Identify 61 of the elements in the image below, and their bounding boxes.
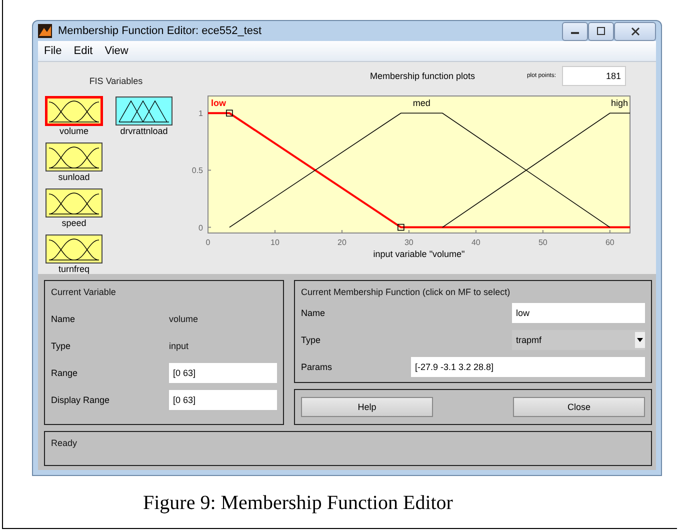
action-button[interactable]: Help <box>301 397 433 417</box>
field-value: input <box>169 340 189 350</box>
field-label: Type <box>301 334 322 344</box>
figure-caption: Figure 9: Membership Function Editor <box>143 492 453 515</box>
variable-label: volume <box>59 126 88 137</box>
breakpoint-handle[interactable] <box>226 110 233 117</box>
x-tick-label: 0 <box>206 238 210 247</box>
menu-item[interactable]: View <box>104 45 128 58</box>
y-tick-label: 0.5 <box>192 166 203 176</box>
x-tick-label: 20 <box>338 238 346 247</box>
field-label: Display Range <box>51 394 111 404</box>
menu-item[interactable]: File <box>44 45 62 58</box>
window-title: Membership Function Editor: ece552_test <box>58 25 263 38</box>
panel-title: Current Membership Function (click on MF to select) <box>301 287 512 297</box>
curve-label: low <box>211 98 226 108</box>
plot-title: Membership function plots <box>370 71 476 81</box>
close-icon <box>630 26 640 36</box>
x-tick-label: 30 <box>404 238 414 247</box>
input-field[interactable]: [-27.9 -3.1 3.2 28.8] <box>411 356 645 376</box>
breakpoint-handle[interactable] <box>398 224 404 231</box>
variable-label: speed <box>62 218 86 229</box>
plot-points-field[interactable]: 181 <box>562 66 626 86</box>
x-axis-label: input variable "volume" <box>373 249 465 259</box>
field-label: Params <box>301 362 334 372</box>
action-button[interactable]: Close <box>513 397 645 417</box>
y-tick-label: 1 <box>198 109 203 118</box>
menu-item[interactable]: Edit <box>74 45 93 58</box>
input-field[interactable]: [0 63] <box>169 390 277 410</box>
curve-label: high <box>610 98 628 108</box>
input-field[interactable]: low <box>512 302 645 322</box>
y-tick-label: 0 <box>198 223 203 232</box>
field-label: Name <box>51 314 76 324</box>
maximize-button[interactable] <box>588 22 614 41</box>
membership-curve[interactable] <box>442 112 630 228</box>
caret-icon <box>635 332 645 348</box>
field-label: Name <box>301 308 326 318</box>
input-field[interactable]: [0 63] <box>169 362 277 382</box>
curve-label: med <box>412 98 430 108</box>
panel-title: Current Variable <box>51 287 117 297</box>
field-label: Range <box>51 368 79 378</box>
x-tick-label: 60 <box>605 238 614 247</box>
minimize-button[interactable] <box>562 22 588 41</box>
x-tick-label: 10 <box>270 238 280 247</box>
x-tick-label: 50 <box>538 238 548 247</box>
bell-curves-icon[interactable] <box>45 188 103 218</box>
bell-curves-icon[interactable] <box>45 234 103 264</box>
close-button[interactable] <box>614 22 656 41</box>
section-title: FIS Variables <box>89 76 143 86</box>
variable-label: sunload <box>58 172 90 183</box>
variable-label: drvrattnload <box>120 126 168 137</box>
field-value: volume <box>169 314 198 324</box>
status-text: Ready <box>51 438 78 448</box>
bell-curves-icon[interactable] <box>45 142 103 172</box>
field-label: Type <box>51 340 72 350</box>
bell-curves-icon[interactable] <box>45 96 103 126</box>
variable-label: turnfreq <box>58 264 90 275</box>
maximize-icon <box>597 27 605 36</box>
app-icon <box>38 24 52 38</box>
x-tick-label: 40 <box>471 238 480 247</box>
triangle-curves-icon[interactable] <box>115 96 173 126</box>
type-dropdown[interactable]: trapmf <box>512 330 645 350</box>
